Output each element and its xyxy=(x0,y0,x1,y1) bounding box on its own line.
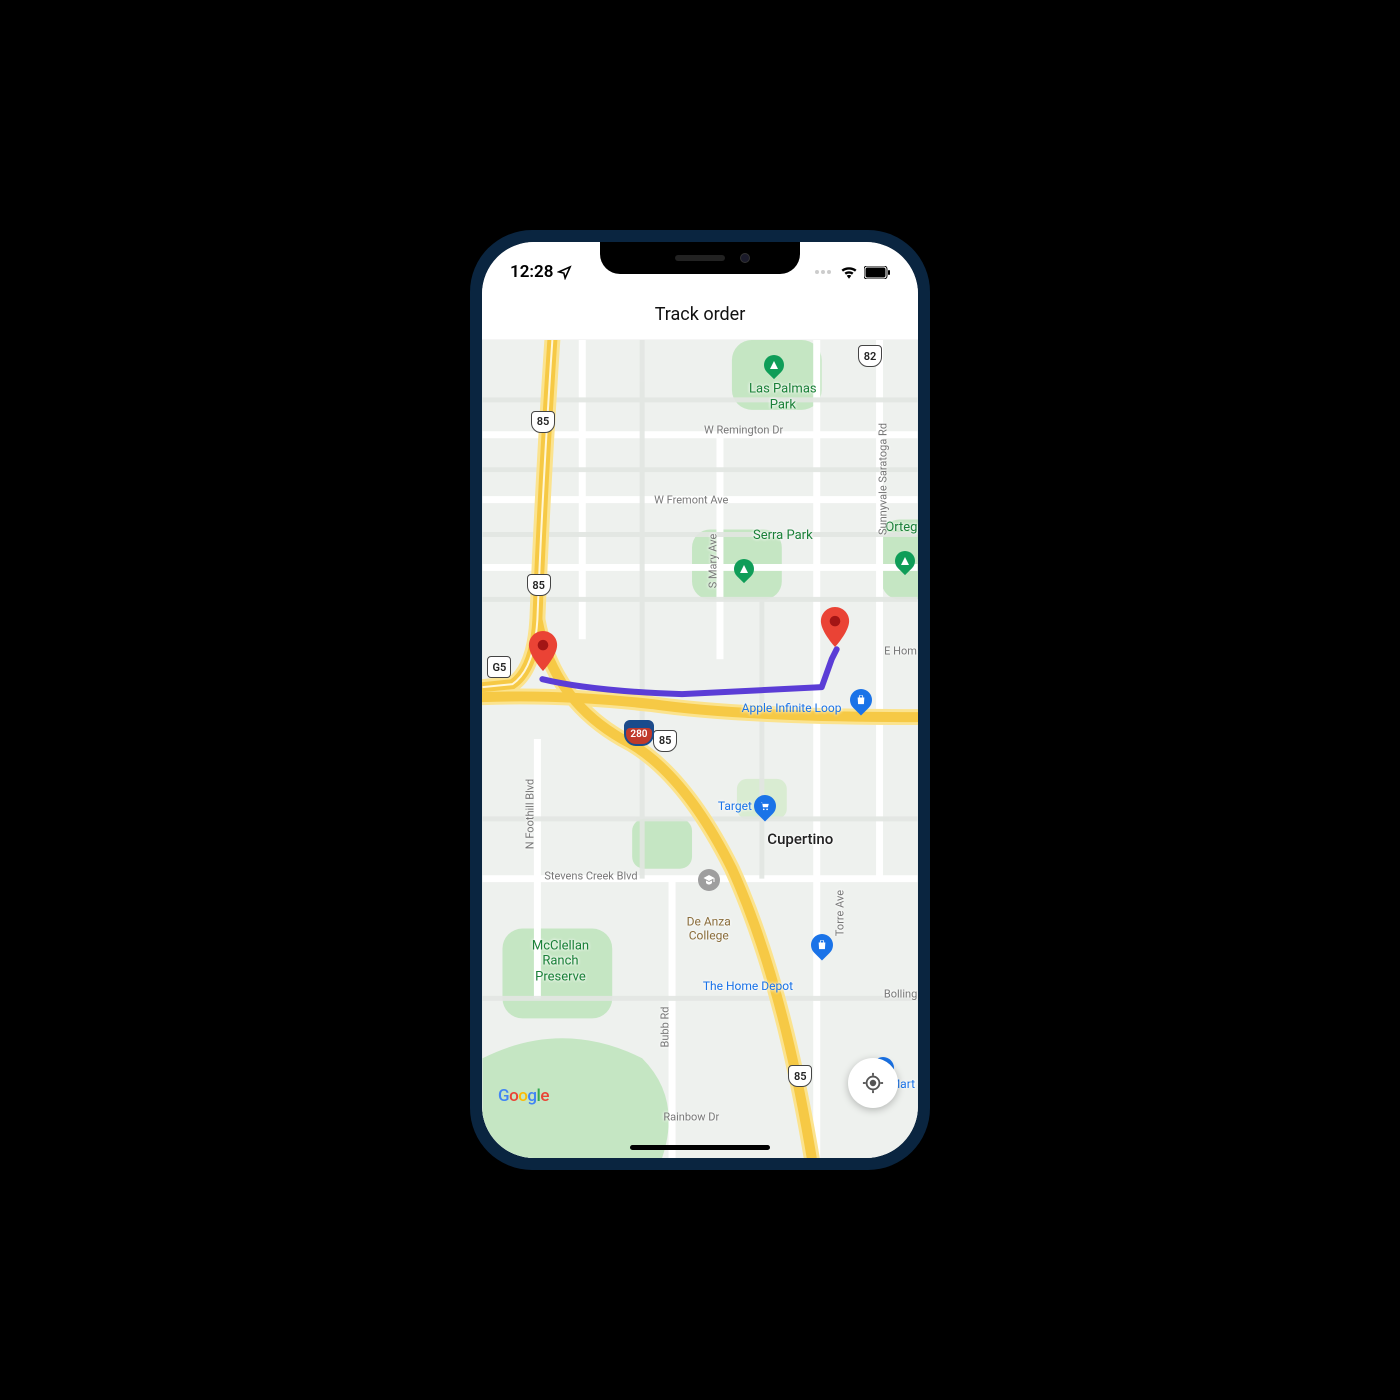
label-sunnyvale-saratoga: Sunnyvale Saratoga Rd xyxy=(877,423,890,535)
destination-pin[interactable] xyxy=(820,607,850,651)
highway-shield-85: 85 xyxy=(653,730,677,752)
label-target[interactable]: Target xyxy=(718,799,752,813)
highway-shield-85: 85 xyxy=(788,1065,812,1087)
highway-shield-82: 82 xyxy=(858,345,882,367)
label-s-mary: S Mary Ave xyxy=(707,534,720,589)
label-home-depot[interactable]: The Home Depot xyxy=(703,979,793,993)
google-logo: Google xyxy=(498,1086,549,1106)
label-mcclellan: McClellanRanchPreserve xyxy=(532,938,589,985)
highway-shield-280: 280 xyxy=(624,720,654,746)
status-time: 12:28 xyxy=(510,262,553,282)
wifi-icon xyxy=(840,265,858,279)
cellular-dots-icon xyxy=(814,266,834,278)
phone-frame: 12:28 Track order xyxy=(470,230,930,1170)
label-w-remington: W Remington Dr xyxy=(704,423,783,436)
map-view[interactable]: 82 85 85 85 85 G5 280 xyxy=(482,340,918,1158)
screen: 12:28 Track order xyxy=(482,242,918,1158)
label-stevens-creek: Stevens Creek Blvd xyxy=(544,869,637,882)
label-rainbow: Rainbow Dr xyxy=(663,1111,719,1124)
label-bubb: Bubb Rd xyxy=(659,1007,672,1048)
label-n-foothill: N Foothill Blvd xyxy=(523,779,536,850)
status-indicators xyxy=(814,265,890,279)
page-title: Track order xyxy=(655,304,746,325)
label-serra-park: Serra Park xyxy=(753,529,813,545)
highway-shield-85: 85 xyxy=(527,574,551,596)
crosshair-icon xyxy=(862,1072,884,1094)
label-cupertino: Cupertino xyxy=(767,830,833,848)
label-de-anza: De AnzaCollege xyxy=(687,915,731,944)
label-e-hom: E Hom xyxy=(884,644,917,657)
label-las-palmas: Las PalmasPark xyxy=(749,382,817,413)
page-header: Track order xyxy=(482,290,918,340)
label-w-fremont: W Fremont Ave xyxy=(654,493,728,506)
label-bollinger: Bolling xyxy=(884,988,917,1001)
education-icon xyxy=(698,869,720,891)
phone-bezel: 12:28 Track order xyxy=(482,242,918,1158)
label-ortega: Ortega xyxy=(885,520,918,536)
origin-pin[interactable] xyxy=(528,631,558,675)
status-time-group: 12:28 xyxy=(510,262,572,282)
home-indicator[interactable] xyxy=(630,1145,770,1150)
location-arrow-icon xyxy=(557,265,572,280)
label-apple-infinite[interactable]: Apple Infinite Loop xyxy=(742,701,842,715)
label-torre-ave: Torre Ave xyxy=(833,889,846,935)
my-location-button[interactable] xyxy=(848,1058,898,1108)
map-tiles xyxy=(482,340,918,1158)
notch xyxy=(600,242,800,274)
highway-shield-g5: G5 xyxy=(487,656,511,678)
battery-icon xyxy=(864,266,890,279)
highway-shield-85: 85 xyxy=(531,411,555,433)
